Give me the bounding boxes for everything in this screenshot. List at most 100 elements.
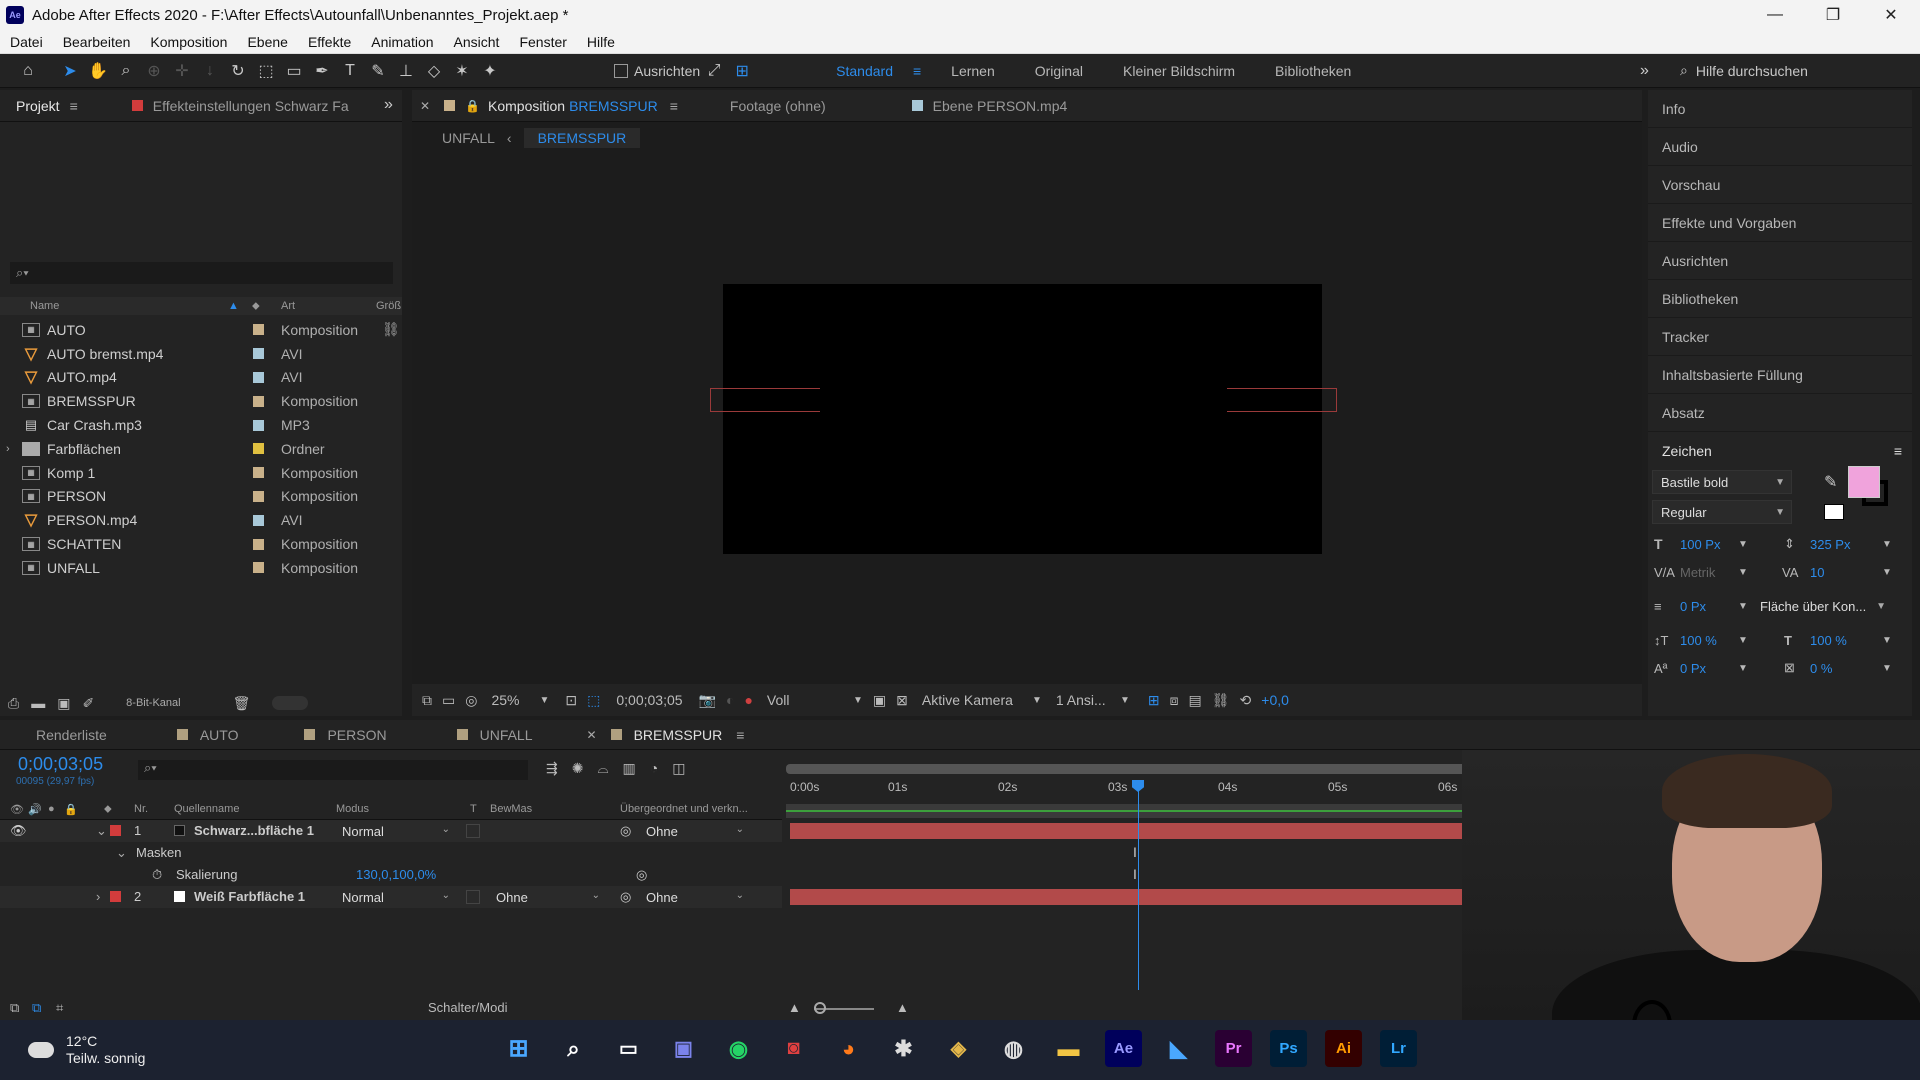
- chevron-right-icon[interactable]: ›: [96, 889, 100, 904]
- label-color-swatch[interactable]: [253, 419, 264, 431]
- panel-inhaltsbasierte-fuellung[interactable]: Inhaltsbasierte Füllung: [1648, 356, 1912, 394]
- tab-renderliste[interactable]: Renderliste: [36, 727, 107, 743]
- timeline-icon[interactable]: ▤: [1189, 692, 1202, 709]
- hand-tool-icon[interactable]: ✋: [84, 57, 112, 85]
- stroke-mode-dropdown[interactable]: Fläche über Kon... ▼: [1752, 594, 1892, 618]
- panel-overflow-icon[interactable]: »: [384, 96, 393, 114]
- tab-person[interactable]: PERSON: [304, 727, 387, 743]
- tracking-value[interactable]: 10: [1810, 565, 1824, 580]
- menu-fenster[interactable]: Fenster: [509, 34, 576, 50]
- chevron-down-icon[interactable]: ▼: [1882, 663, 1892, 674]
- tab-unfall[interactable]: UNFALL: [456, 727, 533, 743]
- recorder-icon[interactable]: ◙: [775, 1030, 812, 1067]
- vs-code-icon[interactable]: ◣: [1160, 1030, 1197, 1067]
- timeline-search-input[interactable]: ⌕▾: [138, 760, 528, 780]
- layer-switches-icon[interactable]: ⧉: [10, 1000, 19, 1016]
- label-color-swatch[interactable]: [253, 348, 264, 360]
- monitor-icon[interactable]: ▭: [442, 692, 455, 709]
- project-item-farbflaechen[interactable]: › Farbflächen Ordner: [0, 437, 402, 461]
- workspace-kleiner-bildschirm[interactable]: Kleiner Bildschirm: [1103, 63, 1255, 79]
- file-explorer-icon[interactable]: ▬: [1050, 1030, 1087, 1067]
- text-tool-icon[interactable]: T: [336, 57, 364, 85]
- maximize-button[interactable]: ❐: [1804, 0, 1862, 30]
- snap-options-icon[interactable]: ⤢: [700, 57, 728, 85]
- comp-mini-flowchart-icon[interactable]: ⇶: [546, 760, 558, 777]
- project-item-person[interactable]: ▦ PERSON Komposition: [0, 485, 402, 509]
- label-tag-icon[interactable]: ⬥: [104, 803, 112, 816]
- task-view-icon[interactable]: ▭: [610, 1030, 647, 1067]
- workspace-standard[interactable]: Standard: [816, 63, 913, 79]
- close-tab-icon[interactable]: ✕: [420, 99, 430, 113]
- minimize-button[interactable]: —: [1746, 0, 1804, 30]
- col-type[interactable]: Art: [281, 300, 295, 312]
- close-button[interactable]: ✕: [1862, 0, 1920, 30]
- chevron-down-icon[interactable]: ▼: [1882, 635, 1892, 646]
- tsume-value[interactable]: 0 %: [1810, 661, 1832, 676]
- lightroom-icon[interactable]: Lr: [1380, 1030, 1417, 1067]
- menu-bearbeiten[interactable]: Bearbeiten: [53, 34, 141, 50]
- chevron-down-icon[interactable]: ▼: [1882, 539, 1892, 550]
- solo-icon[interactable]: ●: [48, 803, 55, 815]
- workspace-bibliotheken[interactable]: Bibliotheken: [1255, 63, 1371, 79]
- project-item-bremsspur[interactable]: ▦ BREMSSPUR Komposition: [0, 389, 402, 413]
- label-color-swatch[interactable]: [253, 538, 264, 550]
- menu-datei[interactable]: Datei: [0, 34, 53, 50]
- always-preview-icon[interactable]: ⧉: [422, 692, 432, 709]
- fast-previews-icon[interactable]: ⧈: [1170, 692, 1179, 709]
- chevron-left-icon[interactable]: ‹: [507, 130, 512, 146]
- col-size[interactable]: Größ: [376, 300, 401, 312]
- chevron-down-icon[interactable]: ▼: [1882, 567, 1892, 578]
- resolution-dropdown[interactable]: Voll ▼: [767, 692, 863, 708]
- label-color-swatch[interactable]: [253, 562, 264, 574]
- windows-start-icon[interactable]: ⊞: [500, 1030, 537, 1067]
- camera-dropdown[interactable]: Aktive Kamera ▼: [922, 692, 1042, 708]
- adjust-project-settings-icon[interactable]: ✐: [82, 695, 94, 712]
- panel-ausrichten[interactable]: Ausrichten: [1648, 242, 1912, 280]
- firefox-icon[interactable]: ◕: [830, 1030, 867, 1067]
- font-style-dropdown[interactable]: Regular ▼: [1652, 500, 1792, 524]
- pickwhip-icon[interactable]: ◎: [620, 823, 631, 839]
- snapshot-icon[interactable]: 📷: [699, 692, 716, 709]
- panel-bibliotheken[interactable]: Bibliotheken: [1648, 280, 1912, 318]
- frame-blending-icon[interactable]: ▥: [623, 760, 636, 777]
- lock-icon[interactable]: 🔒: [64, 803, 78, 816]
- toggle-pixel-aspect-icon[interactable]: ⊞: [1148, 692, 1160, 709]
- bit-depth-toggle[interactable]: 8-Bit-Kanal: [126, 697, 180, 709]
- selection-tool-icon[interactable]: ➤: [56, 57, 84, 85]
- label-color-swatch[interactable]: [253, 395, 264, 407]
- panel-tracker[interactable]: Tracker: [1648, 318, 1912, 356]
- col-quellenname[interactable]: Quellenname: [174, 803, 239, 815]
- keyframe-icon[interactable]: I: [1133, 844, 1137, 860]
- illustrator-icon[interactable]: Ai: [1325, 1030, 1362, 1067]
- font-size-value[interactable]: 100 Px: [1680, 537, 1720, 552]
- help-search-input[interactable]: ⌕ Hilfe durchsuchen: [1680, 59, 1912, 83]
- viewer-timecode[interactable]: 0;00;03;05: [616, 692, 682, 708]
- panel-menu-icon[interactable]: ≡: [736, 727, 744, 743]
- layer-label-swatch[interactable]: [110, 891, 121, 902]
- menu-animation[interactable]: Animation: [361, 34, 443, 50]
- home-icon[interactable]: ⌂: [14, 57, 42, 85]
- layer-name[interactable]: Schwarz...bfläche 1: [194, 823, 314, 838]
- project-item-komp-1[interactable]: ▦ Komp 1 Komposition: [0, 461, 402, 485]
- chevron-down-icon[interactable]: ▼: [1738, 539, 1748, 550]
- workspace-lernen[interactable]: Lernen: [931, 63, 1015, 79]
- transparency-icon[interactable]: ⊠: [896, 692, 908, 709]
- magnification-dropdown[interactable]: 25% ▼: [491, 692, 549, 708]
- graph-editor-icon[interactable]: ◫: [672, 760, 685, 777]
- col-modus[interactable]: Modus: [336, 803, 369, 815]
- font-family-dropdown[interactable]: Bastile bold ▼: [1652, 470, 1792, 494]
- transfer-controls-icon[interactable]: ⧉: [32, 1000, 41, 1016]
- menu-effekte[interactable]: Effekte: [298, 34, 361, 50]
- label-color-swatch[interactable]: [253, 514, 264, 526]
- clone-stamp-tool-icon[interactable]: ⊥: [392, 57, 420, 85]
- pickwhip-icon[interactable]: ◎: [620, 889, 631, 905]
- label-color-swatch[interactable]: [253, 371, 264, 383]
- workspace-original[interactable]: Original: [1015, 63, 1103, 79]
- project-item-schatten[interactable]: ▦ SCHATTEN Komposition: [0, 532, 402, 556]
- tab-bremsspur[interactable]: ✕ BREMSSPUR ≡: [587, 727, 745, 743]
- search-icon[interactable]: ⌕: [555, 1030, 592, 1067]
- project-item-person-mp4[interactable]: ▽ PERSON.mp4 AVI: [0, 508, 402, 532]
- project-item-auto-bremst[interactable]: ▽ AUTO bremst.mp4 AVI: [0, 342, 402, 366]
- whatsapp-icon[interactable]: ◉: [720, 1030, 757, 1067]
- mask-outline-right[interactable]: [1227, 388, 1337, 412]
